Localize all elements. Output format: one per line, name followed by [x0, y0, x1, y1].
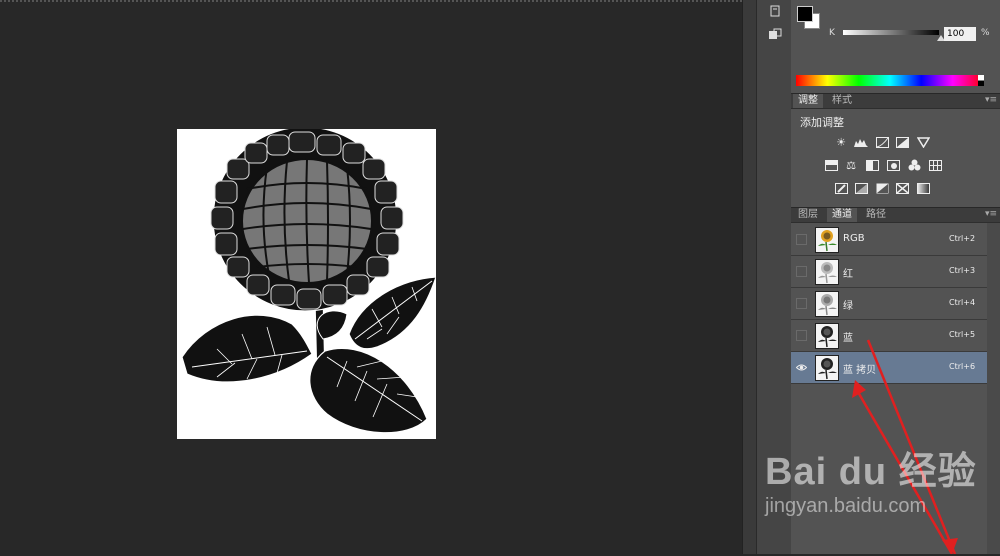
foreground-color-swatch[interactable] — [797, 6, 813, 22]
watermark-logo: Bai du 经验 — [765, 451, 977, 493]
watermark-url: jingyan.baidu.com — [765, 495, 927, 517]
baidu-watermark: Bai du 经验 jingyan.baidu.com — [765, 440, 977, 518]
